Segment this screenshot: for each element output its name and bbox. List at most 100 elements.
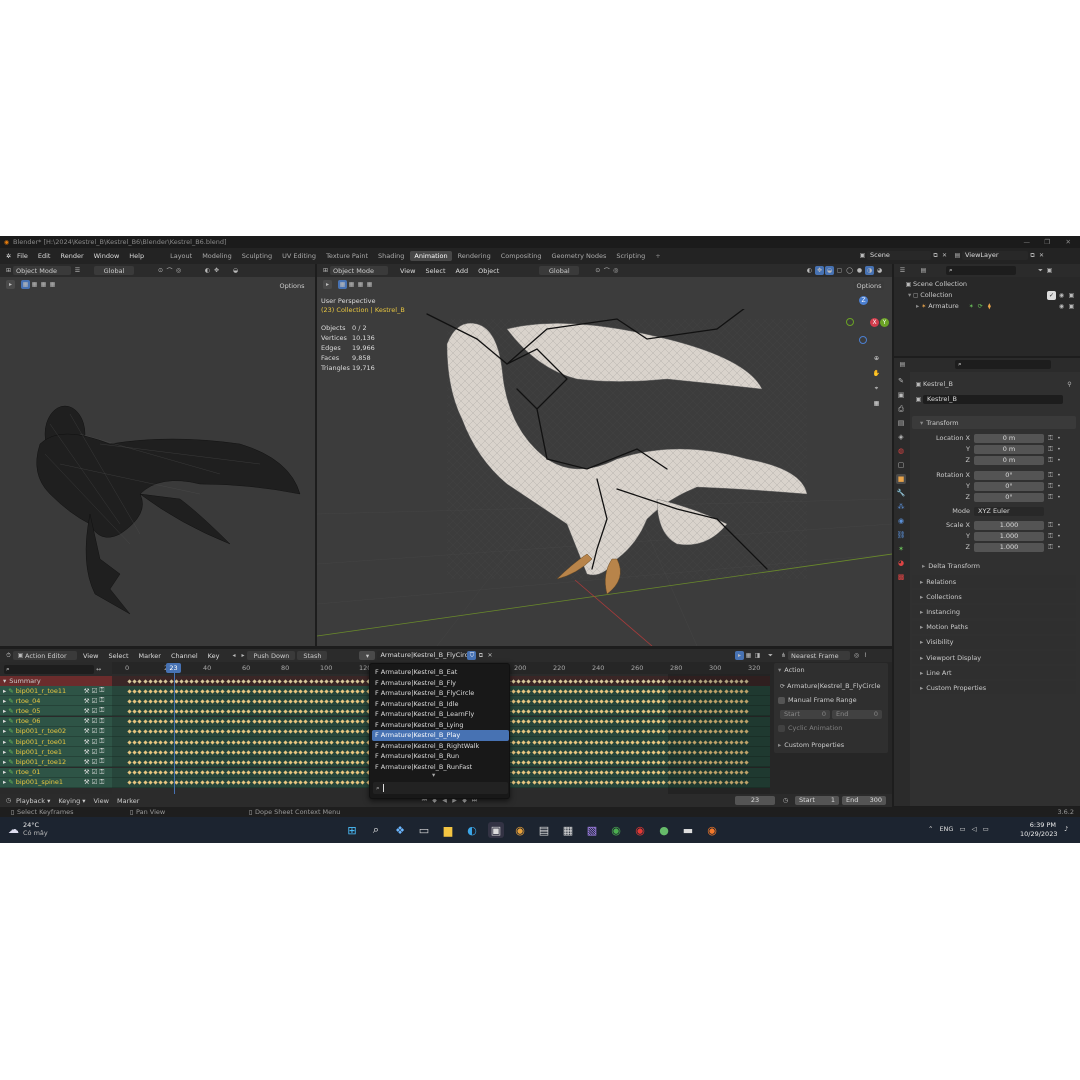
- keyframe[interactable]: [537, 770, 542, 775]
- keyframe[interactable]: [615, 678, 620, 684]
- keyframe[interactable]: [563, 719, 568, 724]
- keyframe[interactable]: [163, 719, 168, 724]
- keyframe[interactable]: [283, 719, 288, 724]
- filter-funnel-icon[interactable]: ⏷: [766, 651, 775, 660]
- keyframe[interactable]: [324, 770, 329, 775]
- keyframe[interactable]: [360, 719, 366, 724]
- keyframe[interactable]: [319, 760, 324, 765]
- transform-value-field[interactable]: 1.000: [974, 520, 1044, 530]
- channel-sync-icon[interactable]: ↔: [94, 665, 103, 674]
- action-dropdown-item[interactable]: F Armature|Kestrel_B_LearnFly: [372, 709, 509, 720]
- action-browse-button[interactable]: ▾: [359, 651, 376, 660]
- keyframe[interactable]: [293, 770, 298, 775]
- keyframe[interactable]: [319, 699, 324, 704]
- keyframe[interactable]: [272, 729, 277, 734]
- keyframe[interactable]: [568, 719, 573, 724]
- select-mode-4-icon[interactable]: ▦: [48, 280, 57, 289]
- keyframe[interactable]: [609, 780, 615, 785]
- keyframe[interactable]: [552, 709, 557, 714]
- armature-eye-icon[interactable]: ◉: [1057, 302, 1066, 311]
- object-name-field[interactable]: Kestrel_B: [923, 394, 1063, 404]
- transform-value-field[interactable]: 0°: [974, 481, 1044, 491]
- keyframe[interactable]: [163, 709, 168, 714]
- keyframe[interactable]: [516, 760, 521, 765]
- tab-texture-paint[interactable]: Texture Paint: [322, 251, 372, 261]
- keyframe[interactable]: [625, 699, 630, 704]
- keyframe[interactable]: [547, 719, 552, 724]
- channel-checkbox[interactable]: ☑: [92, 768, 98, 776]
- keyframe[interactable]: [179, 770, 184, 775]
- keyframe[interactable]: [283, 729, 288, 734]
- channel-expand-icon[interactable]: ▸: [3, 707, 6, 715]
- keyframe[interactable]: [563, 770, 568, 775]
- keyframe[interactable]: [578, 770, 583, 775]
- channel-lock-icon[interactable]: ⚿: [99, 747, 104, 756]
- keyframe[interactable]: [345, 688, 350, 694]
- keyframe[interactable]: [615, 770, 620, 775]
- keyframe[interactable]: [516, 699, 521, 704]
- keyframe[interactable]: [604, 719, 609, 724]
- keyframe[interactable]: [288, 688, 293, 694]
- keyframe[interactable]: [360, 770, 366, 775]
- scene-field[interactable]: Scene: [867, 251, 931, 260]
- network-icon[interactable]: ▭: [959, 825, 965, 833]
- keyframe[interactable]: [557, 739, 563, 745]
- keyframe[interactable]: [537, 719, 542, 724]
- keyframe[interactable]: [283, 688, 288, 694]
- keyframe[interactable]: [262, 780, 267, 785]
- keyframe[interactable]: [142, 678, 148, 684]
- keyframe[interactable]: [246, 709, 251, 714]
- keyframe[interactable]: [635, 699, 640, 704]
- channel-checkbox[interactable]: ☑: [92, 717, 98, 725]
- channel-checkbox[interactable]: ☑: [92, 697, 98, 705]
- keyframe[interactable]: [578, 719, 583, 724]
- keyframe[interactable]: [324, 709, 329, 714]
- keyframe[interactable]: [153, 719, 158, 724]
- keyframe[interactable]: [184, 750, 189, 755]
- keyframe[interactable]: [350, 709, 355, 714]
- keyframe[interactable]: [521, 719, 526, 724]
- keyframe[interactable]: [308, 770, 314, 775]
- keyframe[interactable]: [640, 780, 646, 785]
- keyframe[interactable]: [583, 719, 589, 724]
- scene-icon[interactable]: ▣: [858, 251, 867, 260]
- lock-icon[interactable]: ⚿: [1048, 521, 1053, 530]
- lock-icon[interactable]: ⚿: [1048, 434, 1053, 443]
- keyframe[interactable]: [615, 780, 620, 785]
- keyframe-dot-icon[interactable]: •: [1057, 434, 1061, 442]
- keyframe[interactable]: [599, 780, 604, 785]
- keyframe[interactable]: [267, 760, 272, 765]
- keyframe[interactable]: [583, 780, 589, 785]
- keyframe[interactable]: [319, 729, 324, 734]
- keyframe[interactable]: [516, 780, 521, 785]
- menu-window[interactable]: Window: [94, 252, 120, 260]
- keyframe[interactable]: [251, 709, 257, 714]
- keyframe[interactable]: [345, 719, 350, 724]
- scene-new-icon[interactable]: ⧉: [931, 251, 940, 260]
- keyframe[interactable]: [267, 719, 272, 724]
- keyframe[interactable]: [210, 780, 215, 785]
- gizmo-neg-y[interactable]: [846, 318, 854, 326]
- keyframe[interactable]: [220, 770, 225, 775]
- keyframe[interactable]: [293, 750, 298, 755]
- keyframe[interactable]: [583, 729, 589, 734]
- keyframe[interactable]: [516, 709, 521, 714]
- keyframe[interactable]: [552, 770, 557, 775]
- keyframe[interactable]: [329, 719, 334, 724]
- keyframe[interactable]: [350, 780, 355, 785]
- camera-icon[interactable]: ⌖: [872, 384, 881, 393]
- left-viewport[interactable]: ⊞ Object Mode ☰ Global ⊙ ⌒ ◎ ◐ ✥ ◒ ▸ ▦ ▦…: [0, 264, 315, 646]
- tab-layout[interactable]: Layout: [166, 251, 196, 261]
- keyframe[interactable]: [246, 770, 251, 775]
- keyframe[interactable]: [137, 709, 142, 714]
- keyframe[interactable]: [283, 780, 288, 785]
- keyframe[interactable]: [604, 729, 609, 734]
- keyframe[interactable]: [215, 770, 220, 775]
- keyframe[interactable]: [360, 709, 366, 714]
- keyframe[interactable]: [225, 750, 231, 755]
- keyframe[interactable]: [589, 688, 594, 694]
- blender-taskbar-icon[interactable]: ◉: [704, 822, 720, 838]
- keyframe[interactable]: [630, 709, 635, 714]
- keyframe[interactable]: [194, 719, 200, 724]
- keyframe[interactable]: [578, 729, 583, 734]
